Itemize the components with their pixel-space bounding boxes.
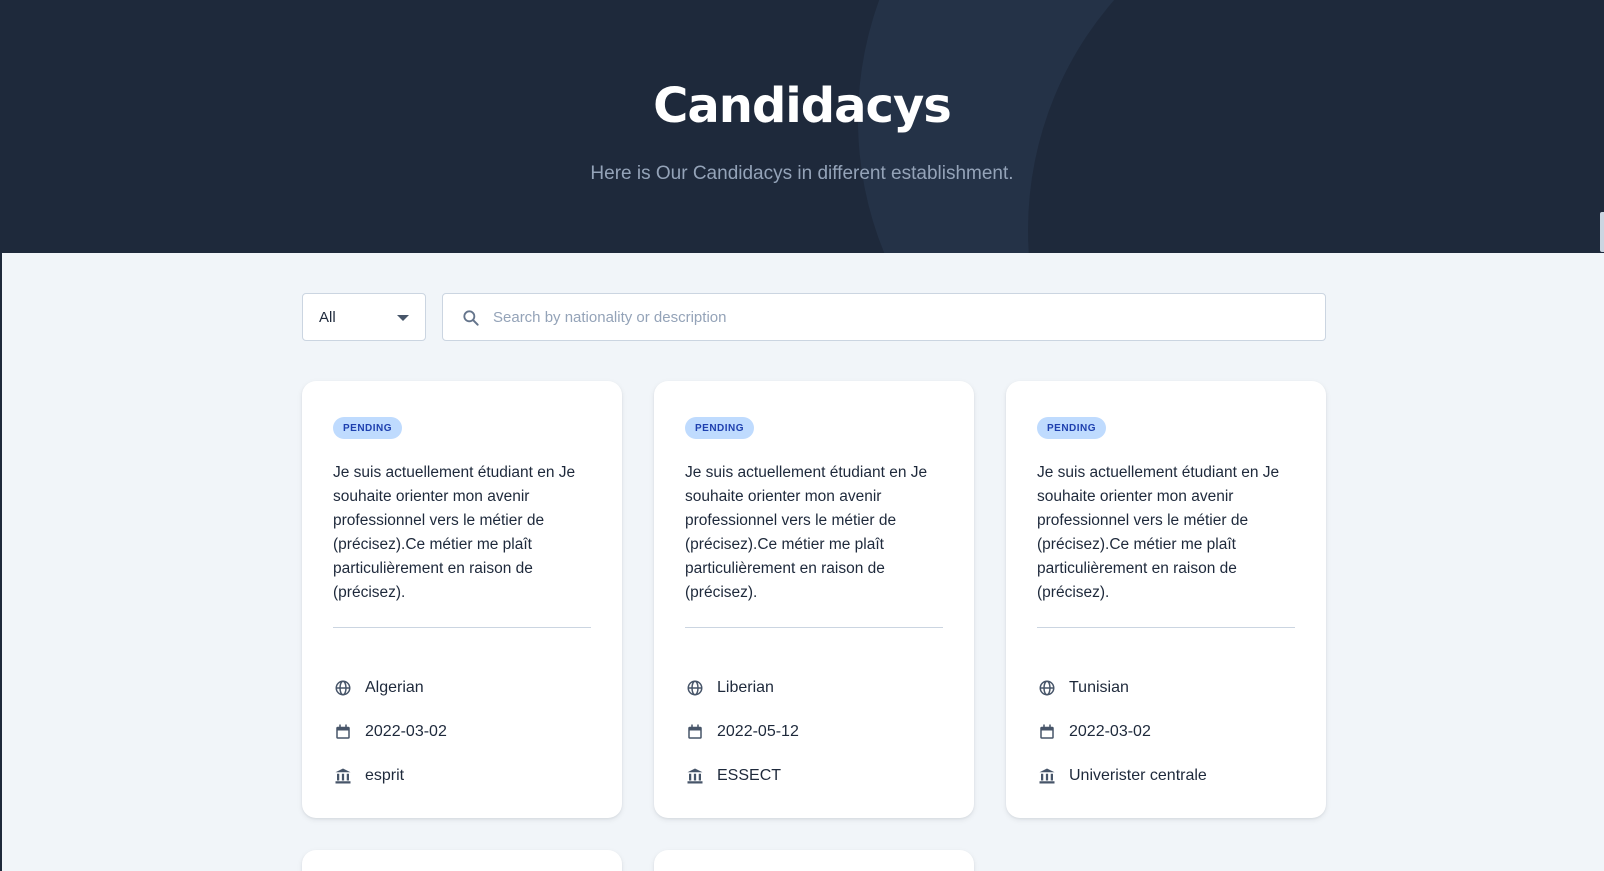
page-subtitle: Here is Our Candidacys in different esta… [590,163,1014,184]
date-value: 2022-03-02 [1069,723,1151,740]
establishment-row: ESSECT [685,766,781,786]
status-filter-value: All [319,308,336,326]
candidacy-card[interactable]: PENDING Je suis actuellement étudiant en… [302,381,622,818]
candidacy-description: Je suis actuellement étudiant en Je souh… [333,464,576,601]
nationality-row: Tunisian [1037,678,1129,698]
date-row: 2022-03-02 [333,722,447,742]
status-badge: PENDING [685,417,755,439]
nationality-row: Liberian [685,678,774,698]
status-badge: PENDING [1037,417,1107,439]
institution-icon [685,766,705,786]
search-input[interactable] [493,308,1325,326]
establishment-value: esprit [365,767,405,784]
date-value: 2022-03-02 [365,723,447,740]
nationality-value: Algerian [365,679,424,696]
nationality-value: Tunisian [1069,679,1129,696]
candidacy-description: Je suis actuellement étudiant en Je souh… [1037,464,1280,601]
search-field[interactable] [442,293,1326,341]
candidacy-card[interactable]: PENDING Je suis actuellement étudiant en… [654,381,974,818]
calendar-icon [1037,722,1057,742]
page-title: Candidacys [653,78,952,134]
chevron-down-icon [397,315,409,321]
nationality-value: Liberian [717,679,774,696]
establishment-row: Univerister centrale [1037,766,1207,786]
calendar-icon [685,722,705,742]
status-filter-select[interactable]: All [302,293,426,341]
date-row: 2022-05-12 [685,722,799,742]
status-badge: PENDING [333,417,403,439]
candidacy-card[interactable]: PENDING Je suis actuellement étudiant en… [1006,381,1326,818]
divider [685,627,943,628]
side-tab[interactable] [1600,212,1604,252]
left-edge [0,0,2,871]
candidacy-card-partial[interactable] [654,850,974,871]
search-icon [463,310,479,326]
globe-icon [685,678,705,698]
divider [1037,627,1295,628]
date-row: 2022-03-02 [1037,722,1151,742]
globe-icon [1037,678,1057,698]
establishment-row: esprit [333,766,404,786]
globe-icon [333,678,353,698]
date-value: 2022-05-12 [717,723,799,740]
establishment-value: Univerister centrale [1069,767,1207,784]
candidacy-card-partial[interactable] [302,850,622,871]
institution-icon [333,766,353,786]
calendar-icon [333,722,353,742]
hero-banner: Candidacys Here is Our Candidacys in dif… [0,0,1604,253]
nationality-row: Algerian [333,678,424,698]
establishment-value: ESSECT [717,767,782,784]
candidacy-description: Je suis actuellement étudiant en Je souh… [685,464,928,601]
divider [333,627,591,628]
institution-icon [1037,766,1057,786]
